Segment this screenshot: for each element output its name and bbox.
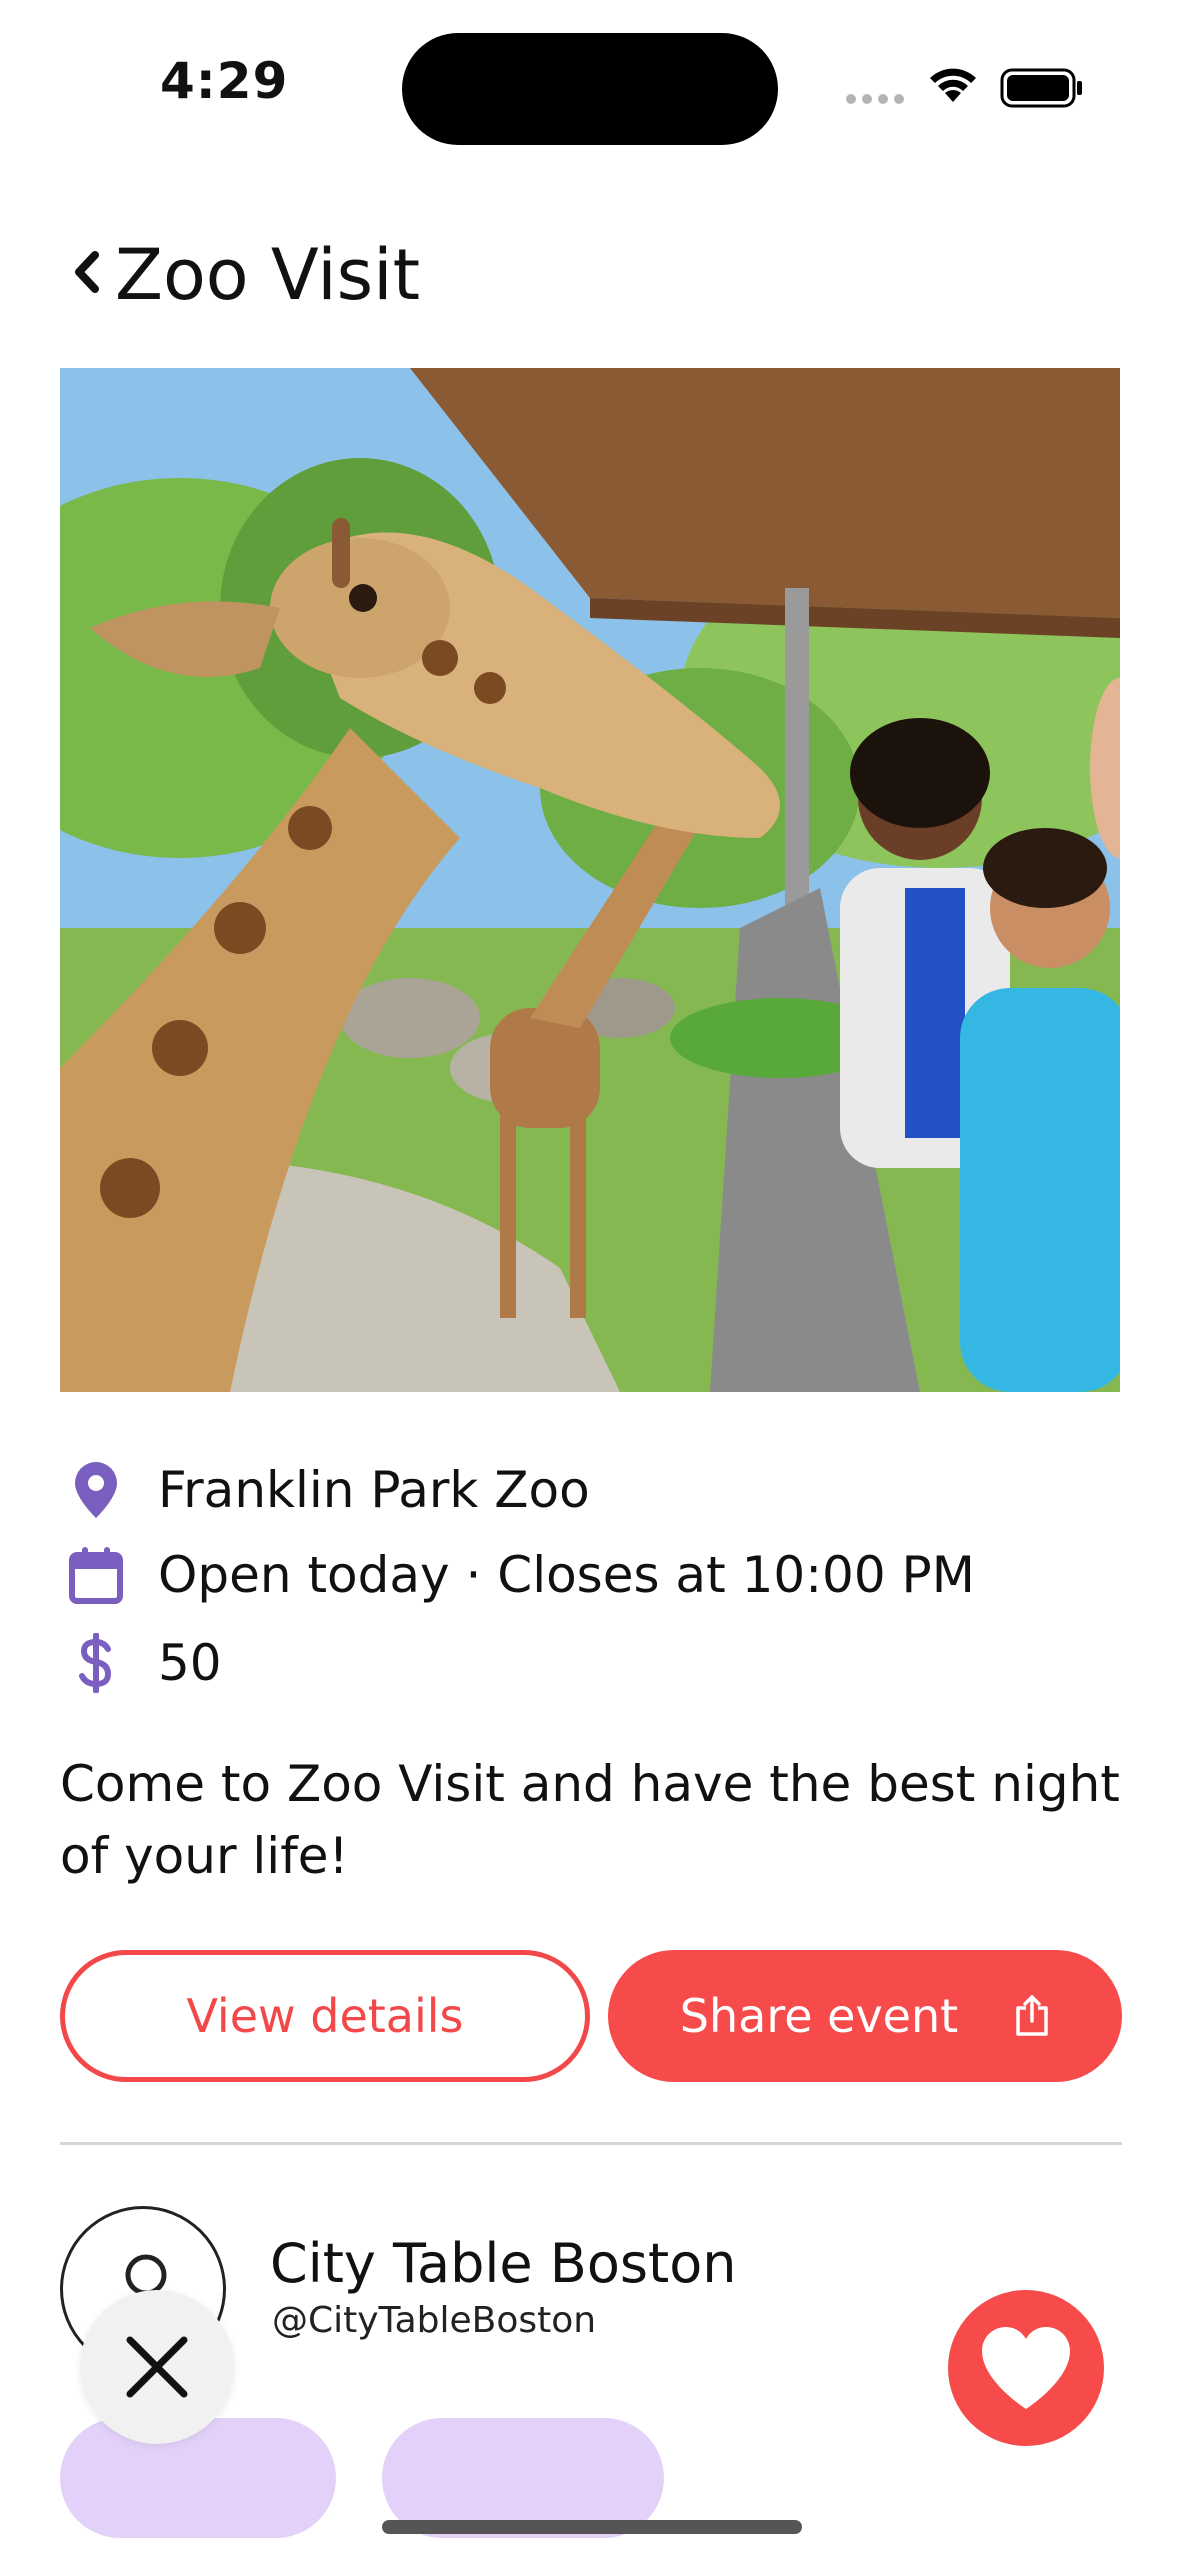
share-icon — [1016, 1995, 1048, 2036]
calendar-icon — [69, 1547, 123, 1604]
view-details-label: View details — [186, 1989, 464, 2043]
share-event-label: Share event — [679, 1989, 959, 2043]
close-button[interactable] — [80, 2290, 234, 2444]
share-event-button[interactable]: Share event — [608, 1950, 1122, 2082]
like-button[interactable] — [948, 2290, 1104, 2446]
close-icon — [126, 2336, 188, 2398]
page-title: Zoo Visit — [115, 234, 421, 316]
price-row: 50 — [60, 1633, 222, 1693]
back-button[interactable] — [56, 232, 116, 312]
cellular-icon — [846, 94, 904, 104]
event-detail-screen: 4:29 Zoo Visit Franklin Park Zoo Open to… — [0, 0, 1179, 2556]
category-chip[interactable] — [60, 2418, 336, 2538]
price-text: 50 — [158, 1634, 222, 1692]
chevron-left-icon — [75, 251, 99, 293]
organizer-handle: @CityTableBoston — [272, 2300, 597, 2341]
section-divider — [60, 2142, 1122, 2145]
dynamic-island — [402, 33, 778, 145]
location-row: Franklin Park Zoo — [60, 1460, 590, 1520]
battery-icon — [1000, 68, 1082, 108]
dollar-icon — [79, 1633, 112, 1693]
home-indicator[interactable] — [382, 2520, 802, 2534]
location-text: Franklin Park Zoo — [158, 1461, 590, 1519]
hours-text: Open today · Closes at 10:00 PM — [158, 1546, 975, 1604]
wifi-icon — [930, 68, 976, 102]
event-description: Come to Zoo Visit and have the best nigh… — [60, 1755, 1120, 1885]
map-pin-icon — [75, 1462, 117, 1518]
hours-row: Open today · Closes at 10:00 PM — [60, 1545, 975, 1605]
view-details-button[interactable]: View details — [60, 1950, 590, 2082]
status-time: 4:29 — [160, 52, 289, 110]
heart-icon — [982, 2327, 1070, 2409]
organizer-name[interactable]: City Table Boston — [270, 2232, 736, 2295]
event-photo — [60, 368, 1120, 1392]
